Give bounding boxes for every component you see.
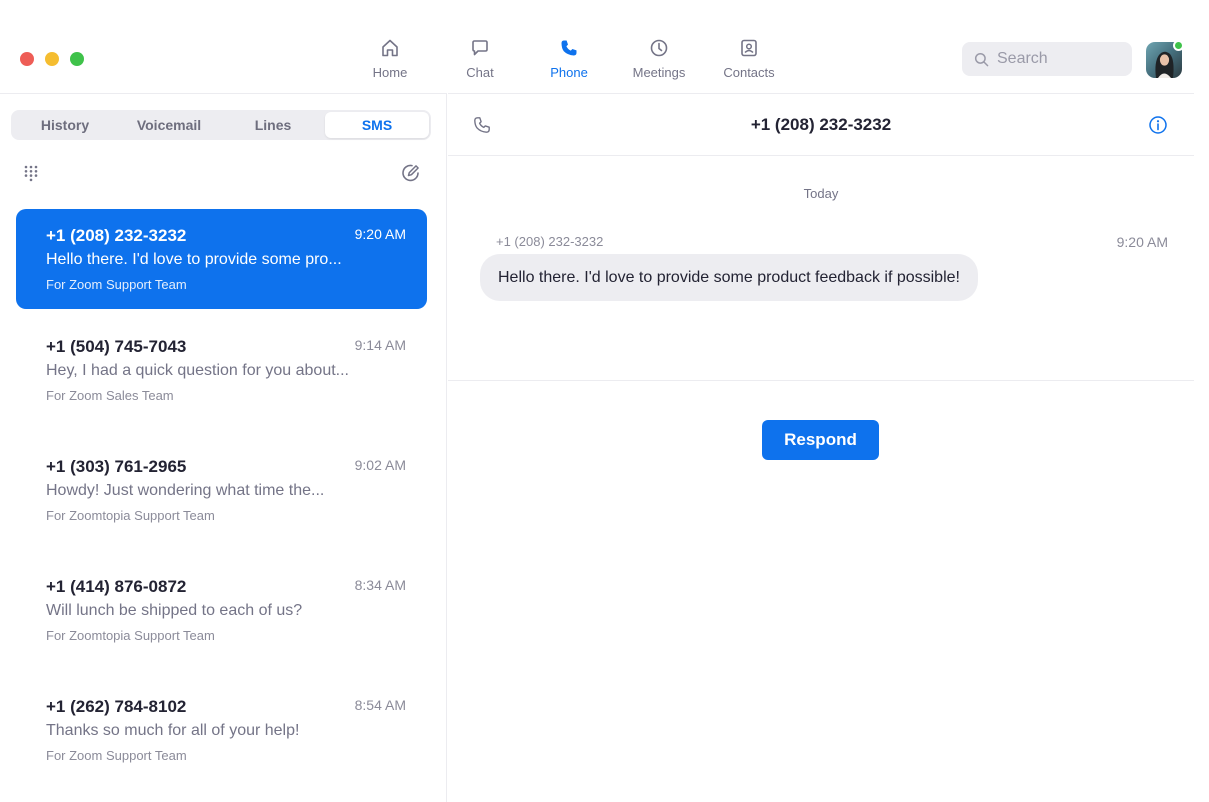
conversation-time: 8:34 AM — [354, 577, 406, 593]
conversation-pane: +1 (208) 232-3232 Today +1 (208) 232-323… — [448, 93, 1194, 802]
conversation-number: +1 (208) 232-3232 — [46, 226, 187, 245]
contacts-icon — [741, 39, 757, 57]
conversation-team: For Zoomtopia Support Team — [46, 508, 215, 523]
message-time: 9:20 AM — [1116, 234, 1168, 250]
nav-home[interactable]: Home — [345, 37, 435, 87]
compose-icon[interactable] — [400, 162, 422, 184]
chat-icon — [472, 40, 488, 56]
search-input[interactable] — [997, 50, 1127, 68]
conversation-number: +1 (303) 761-2965 — [46, 457, 187, 476]
nav-chat-label: Chat — [466, 65, 494, 80]
conversation-time: 8:54 AM — [354, 697, 406, 713]
conversation-preview: Howdy! Just wondering what time the... — [46, 482, 325, 499]
conversation-time: 9:14 AM — [354, 337, 406, 353]
conversation-team: For Zoom Sales Team — [46, 388, 174, 403]
clock-icon — [650, 39, 668, 57]
conversation-time: 9:20 AM — [354, 226, 406, 242]
conversation-preview: Will lunch be shipped to each of us? — [46, 602, 303, 619]
sms-sidebar: History Voicemail Lines SMS +1 (208) 232… — [0, 93, 447, 802]
online-status-dot — [1173, 40, 1184, 51]
nav-meetings[interactable]: Meetings — [614, 37, 704, 87]
window-minimize-button[interactable] — [45, 52, 59, 66]
conversation-time: 9:02 AM — [354, 457, 406, 473]
nav-phone[interactable]: Phone — [524, 37, 614, 87]
divider — [448, 380, 1194, 381]
conversation-team: For Zoom Support Team — [46, 748, 187, 763]
conversation-preview: Thanks so much for all of your help! — [46, 722, 300, 739]
day-separator: Today — [803, 186, 839, 201]
nav-chat[interactable]: Chat — [435, 37, 525, 87]
window-zoom-button[interactable] — [70, 52, 84, 66]
conversation-item[interactable]: +1 (504) 745-7043 9:14 AM Hey, I had a q… — [16, 320, 427, 420]
conversation-preview: Hello there. I'd love to provide some pr… — [46, 251, 342, 268]
conversation-number: +1 (504) 745-7043 — [46, 337, 187, 356]
nav-meetings-label: Meetings — [632, 65, 686, 80]
conversation-number: +1 (262) 784-8102 — [46, 697, 187, 716]
search-box[interactable] — [962, 42, 1132, 76]
phone-tabs: History Voicemail Lines SMS — [11, 110, 431, 140]
conversation-number: +1 (414) 876-0872 — [46, 577, 187, 596]
conversation-preview: Hey, I had a quick question for you abou… — [46, 362, 349, 379]
info-icon[interactable] — [1148, 115, 1168, 135]
message-sender: +1 (208) 232-3232 — [496, 234, 604, 249]
conversation-team: For Zoomtopia Support Team — [46, 628, 215, 643]
dialpad-icon[interactable] — [22, 164, 40, 182]
message-bubble: Hello there. I'd love to provide some pr… — [480, 254, 978, 301]
conversation-item[interactable]: +1 (208) 232-3232 9:20 AM Hello there. I… — [16, 209, 427, 309]
tab-history[interactable]: History — [13, 112, 117, 138]
conversation-item[interactable]: +1 (414) 876-0872 8:34 AM Will lunch be … — [16, 560, 427, 660]
window-close-button[interactable] — [20, 52, 34, 66]
search-icon — [974, 52, 989, 66]
conversation-item[interactable]: +1 (303) 761-2965 9:02 AM Howdy! Just wo… — [16, 440, 427, 540]
nav-contacts-label: Contacts — [723, 65, 775, 80]
nav-home-label: Home — [372, 65, 408, 80]
tab-lines[interactable]: Lines — [221, 112, 325, 138]
respond-button[interactable]: Respond — [762, 420, 879, 460]
nav-contacts[interactable]: Contacts — [704, 37, 794, 87]
conversation-title: +1 (208) 232-3232 — [750, 115, 892, 134]
tab-voicemail[interactable]: Voicemail — [117, 112, 221, 138]
conversation-header: +1 (208) 232-3232 — [448, 94, 1194, 156]
conversation-item[interactable]: +1 (262) 784-8102 8:54 AM Thanks so much… — [16, 680, 427, 780]
home-icon — [382, 39, 398, 57]
conversation-team: For Zoom Support Team — [46, 277, 187, 292]
tab-sms[interactable]: SMS — [325, 112, 429, 138]
title-bar: Home Chat Phone Meetings Contacts — [0, 0, 1209, 93]
phone-icon — [561, 40, 577, 56]
nav-phone-label: Phone — [550, 65, 588, 80]
